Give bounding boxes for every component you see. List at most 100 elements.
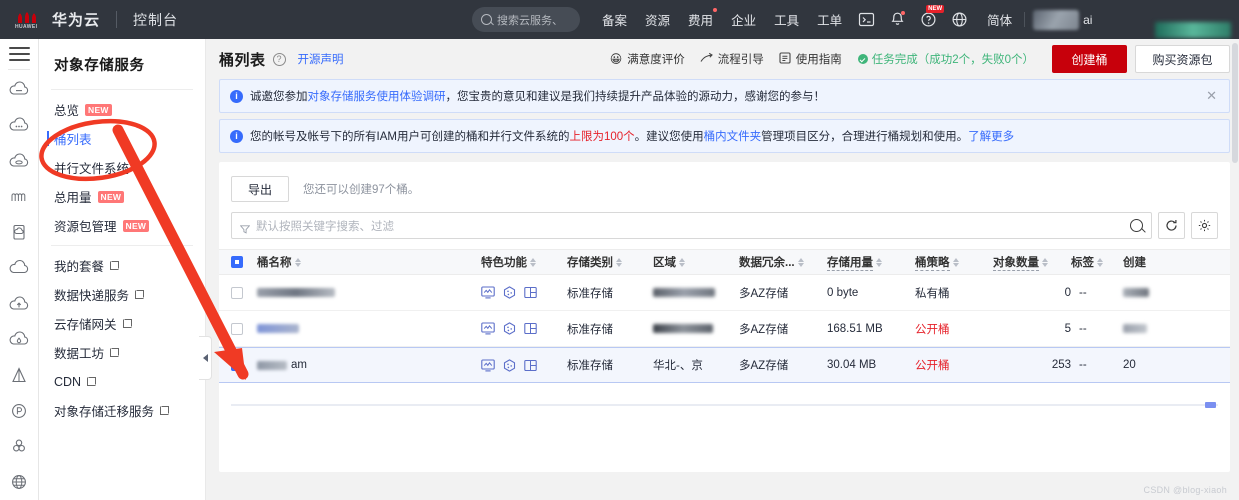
cell-bucket-name[interactable]: am bbox=[257, 359, 481, 371]
scrollbar-thumb[interactable] bbox=[1205, 402, 1216, 408]
sidebar-item-parallel-fs[interactable]: 并行文件系统 bbox=[39, 153, 205, 182]
page-vertical-scrollbar[interactable] bbox=[1231, 39, 1239, 500]
globe-w-icon[interactable] bbox=[6, 470, 32, 494]
p-circle-icon[interactable] bbox=[6, 399, 32, 423]
sidebar-item-cloud-storage-gateway[interactable]: 云存储网关 bbox=[39, 309, 205, 338]
survey-alert-link[interactable]: 对象存储服务使用体验调研 bbox=[308, 88, 446, 104]
process-guide-action[interactable]: 流程引导 bbox=[700, 51, 764, 67]
sidebar-item-my-package[interactable]: 我的套餐 bbox=[39, 251, 205, 280]
layout-icon[interactable] bbox=[524, 359, 537, 372]
cell-bucket-name[interactable] bbox=[257, 288, 481, 297]
th-storage-class[interactable]: 存储类别 bbox=[567, 254, 653, 270]
cell-policy: 私有桶 bbox=[915, 287, 950, 300]
topbar-nav: 备案 资源 费用 企业 工具 工单 bbox=[602, 8, 842, 29]
external-link-icon bbox=[122, 319, 132, 328]
create-bucket-button[interactable]: 创建桶 bbox=[1052, 45, 1127, 73]
pyramid-icon[interactable] bbox=[6, 363, 32, 387]
cloud-upload-icon[interactable] bbox=[6, 292, 32, 316]
monitor-icon[interactable] bbox=[481, 322, 495, 335]
sidebar-item-bucket-list[interactable]: 桶列表 bbox=[39, 124, 205, 153]
th-usage[interactable]: 存储用量 bbox=[827, 254, 915, 271]
avatar[interactable] bbox=[1033, 9, 1080, 30]
close-icon[interactable]: ✕ bbox=[1204, 88, 1219, 104]
smiley-icon: 😀 bbox=[609, 52, 623, 66]
sidebar-item-data-express[interactable]: 数据快递服务 bbox=[39, 280, 205, 309]
hexagon-icon[interactable] bbox=[503, 286, 516, 299]
cloudshell-icon[interactable] bbox=[858, 11, 875, 28]
open-source-statement-link[interactable]: 开源声明 bbox=[298, 51, 344, 67]
question-mark-icon[interactable]: ? bbox=[272, 52, 286, 66]
export-button[interactable]: 导出 bbox=[231, 176, 289, 202]
th-features[interactable]: 特色功能 bbox=[481, 254, 567, 270]
hexagon-icon[interactable] bbox=[503, 322, 516, 335]
cloud-plain-icon[interactable] bbox=[6, 256, 32, 280]
th-created[interactable]: 创建 bbox=[1123, 254, 1183, 270]
cloud-disk-icon[interactable] bbox=[6, 149, 32, 173]
sidebar-item-resource-package[interactable]: 资源包管理 NEW bbox=[39, 211, 205, 240]
process-guide-label: 流程引导 bbox=[717, 54, 764, 66]
bell-icon[interactable] bbox=[889, 11, 906, 28]
hamburger-icon[interactable] bbox=[8, 47, 30, 61]
th-redundancy[interactable]: 数据冗余... bbox=[739, 254, 827, 270]
sidebar-item-oms[interactable]: 对象存储迁移服务 bbox=[39, 396, 205, 425]
th-label: 桶名称 bbox=[257, 257, 292, 269]
quota-alert-more-link[interactable]: 了解更多 bbox=[968, 128, 1014, 144]
select-all-checkbox[interactable] bbox=[231, 256, 243, 268]
cluster-icon[interactable] bbox=[6, 435, 32, 459]
th-object-count[interactable]: 对象数量 bbox=[993, 254, 1071, 271]
layout-icon[interactable] bbox=[524, 322, 537, 335]
refresh-button[interactable] bbox=[1158, 212, 1185, 239]
sidebar-collapse-handle[interactable] bbox=[199, 336, 212, 380]
global-search-box[interactable]: 搜索云服务、 bbox=[472, 7, 581, 32]
monitor-icon[interactable] bbox=[481, 286, 495, 299]
language-selector[interactable]: 简体 bbox=[987, 10, 1012, 29]
cloud-dots-icon[interactable] bbox=[6, 113, 32, 137]
th-region[interactable]: 区域 bbox=[653, 254, 739, 270]
globe-icon[interactable] bbox=[951, 11, 968, 28]
row-checkbox-cell bbox=[231, 322, 257, 335]
nav-ticket[interactable]: 工单 bbox=[817, 10, 842, 29]
th-tag[interactable]: 标签 bbox=[1071, 254, 1123, 270]
quota-alert-link[interactable]: 桶内文件夹 bbox=[704, 128, 762, 144]
buy-resource-package-button[interactable]: 购买资源包 bbox=[1135, 45, 1230, 73]
sidebar-item-overview[interactable]: 总览 NEW bbox=[39, 95, 205, 124]
scrollbar-thumb[interactable] bbox=[1232, 43, 1238, 163]
feature-icons bbox=[481, 286, 537, 299]
new-badge: NEW bbox=[85, 103, 112, 116]
search-icon[interactable] bbox=[1130, 219, 1143, 232]
th-bucket-name[interactable]: 桶名称 bbox=[257, 254, 481, 270]
sidebar-item-data-workshop[interactable]: 数据工坊 bbox=[39, 338, 205, 367]
hexagon-icon[interactable] bbox=[503, 358, 516, 372]
table-row[interactable]: am 标准存储 华北-、京 多AZ存储 30.04 MB 公开桶 253 -- … bbox=[219, 347, 1230, 383]
row-checkbox[interactable] bbox=[231, 359, 243, 371]
console-label[interactable]: 控制台 bbox=[133, 10, 178, 30]
sidebar-item-cdn[interactable]: CDN bbox=[39, 367, 205, 396]
cell-created bbox=[1123, 324, 1183, 333]
survey-alert: i 诚邀您参加 对象存储服务使用体验调研 ，您宝贵的意见和建议是我们持续提升产品… bbox=[219, 79, 1230, 113]
row-checkbox[interactable] bbox=[231, 322, 243, 335]
cloud-drop-icon[interactable] bbox=[6, 328, 32, 352]
horizontal-scrollbar[interactable] bbox=[219, 402, 1230, 408]
cloud-obs-icon[interactable] bbox=[6, 78, 32, 102]
monitor-icon[interactable] bbox=[481, 358, 495, 372]
waves-icon[interactable] bbox=[6, 185, 32, 209]
sidebar-item-label: 数据快递服务 bbox=[54, 289, 130, 303]
layout-icon[interactable] bbox=[524, 286, 537, 299]
user-manual-action[interactable]: 使用指南 bbox=[779, 51, 842, 67]
cell-bucket-name[interactable] bbox=[257, 324, 481, 333]
table-row[interactable]: 标准存储 多AZ存储 0 byte 私有桶 0 -- bbox=[219, 275, 1230, 311]
doc-cloud-icon[interactable] bbox=[6, 220, 32, 244]
satisfaction-rating-action[interactable]: 😀 满意度评价 bbox=[610, 51, 685, 67]
settings-button[interactable] bbox=[1191, 212, 1218, 239]
help-icon[interactable]: NEW bbox=[920, 5, 945, 28]
sidebar-item-total-usage[interactable]: 总用量 NEW bbox=[39, 182, 205, 211]
search-input[interactable]: 默认按照关键字搜索、过滤 bbox=[231, 212, 1152, 239]
nav-beian[interactable]: 备案 bbox=[602, 10, 627, 29]
th-policy[interactable]: 桶策略 bbox=[915, 254, 993, 271]
row-checkbox[interactable] bbox=[231, 286, 243, 299]
nav-billing[interactable]: 费用 bbox=[688, 8, 718, 29]
table-row[interactable]: 标准存储 多AZ存储 168.51 MB 公开桶 5 -- bbox=[219, 311, 1230, 347]
nav-tools[interactable]: 工具 bbox=[774, 10, 799, 29]
nav-enterprise[interactable]: 企业 bbox=[731, 10, 756, 29]
nav-resources[interactable]: 资源 bbox=[645, 10, 670, 29]
